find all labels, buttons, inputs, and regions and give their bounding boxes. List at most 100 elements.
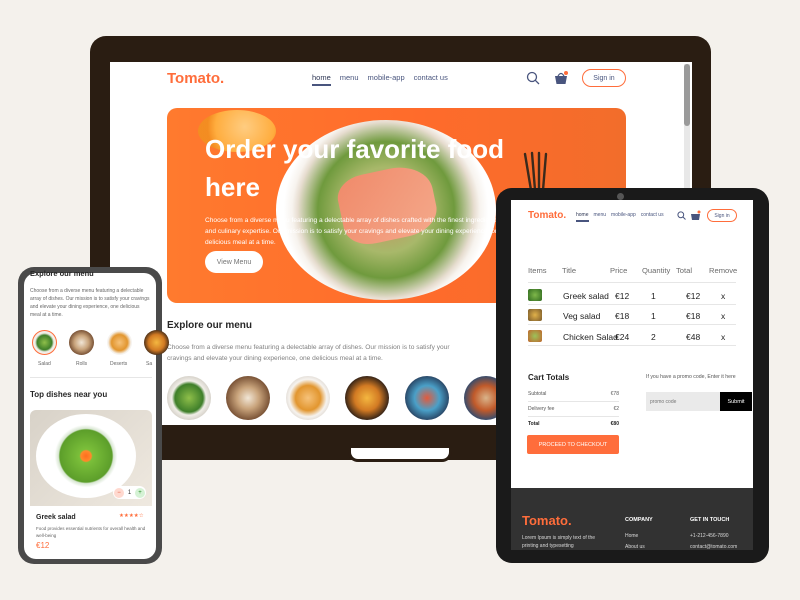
top-dishes-title: Top dishes near you (30, 390, 108, 399)
footer-phone: +1-212-456-7890 (690, 533, 729, 539)
menu-item-rolls[interactable] (226, 376, 270, 420)
menu-item-cake[interactable] (405, 376, 449, 420)
site-logo[interactable]: Tomato. (167, 70, 224, 87)
tablet-nav-home[interactable]: home (576, 212, 589, 222)
footer-contact-title: GET IN TOUCH (690, 517, 730, 523)
hero-title: Order your favorite food here (205, 134, 505, 202)
cart-item-image (528, 309, 542, 321)
menu-item-deserts[interactable] (286, 376, 330, 420)
phone-category-label: Deserts (110, 361, 128, 367)
tablet-nav-menu[interactable]: menu (594, 212, 607, 222)
tablet-nav-contact[interactable]: contact us (641, 212, 664, 222)
quantity-value: 1 (127, 489, 132, 496)
total-label: Total (528, 421, 540, 427)
cart-item-image (528, 289, 542, 301)
nav-menu[interactable]: menu (340, 73, 359, 86)
cart-item-image (528, 330, 542, 342)
dish-rating: ★★★★☆ (119, 513, 144, 519)
signin-button[interactable]: Sign in (582, 69, 626, 87)
subtotal-row: Subtotal €78 (528, 391, 619, 397)
subtotal-label: Subtotal (528, 391, 547, 397)
cart-totals-title: Cart Totals (528, 373, 570, 382)
tablet-basket-icon[interactable] (690, 210, 701, 221)
cart-item-remove[interactable]: x (721, 291, 731, 301)
cart-item-title: Greek salad (563, 291, 609, 301)
footer-email[interactable]: contact@tomato.com (690, 544, 737, 550)
subtotal-value: €78 (610, 391, 619, 397)
phone-explore-description: Choose from a diverse menu featuring a d… (30, 288, 150, 318)
tablet-logo[interactable]: Tomato. (528, 210, 566, 221)
decrement-button[interactable]: − (114, 487, 124, 498)
phone-category-deserts[interactable] (107, 330, 132, 355)
dish-price: €12 (36, 541, 50, 550)
delivery-label: Delivery fee (528, 406, 555, 412)
phone-category-sandwich[interactable] (144, 330, 169, 355)
nav-home[interactable]: home (312, 73, 331, 86)
cart-item-remove[interactable]: x (721, 332, 731, 342)
search-icon[interactable] (526, 71, 540, 85)
promo-submit-button[interactable]: Submit (720, 392, 752, 411)
main-nav: home menu mobile-app contact us (312, 73, 448, 86)
divider (528, 324, 736, 325)
increment-button[interactable]: + (135, 487, 145, 498)
cart-item-total: €48 (686, 332, 701, 342)
cart-header-quantity: Quantity (642, 266, 671, 275)
quantity-stepper: − 1 + (113, 486, 146, 499)
footer-company-title: COMPANY (625, 517, 653, 523)
menu-item-salad[interactable] (167, 376, 211, 420)
cart-header-total: Total (676, 266, 693, 275)
cart-header-remove: Remove (709, 266, 738, 275)
divider (528, 304, 736, 305)
dish-name: Greek salad (36, 514, 76, 521)
cart-item-total: €12 (686, 291, 701, 301)
cart-item-price: €24 (615, 332, 630, 342)
phone-category-salad[interactable] (32, 330, 57, 355)
delivery-row: Delivery fee €2 (528, 406, 619, 412)
divider (528, 345, 736, 346)
cart-header-price: Price (610, 266, 628, 275)
scrollbar-thumb[interactable] (684, 64, 690, 126)
cart-header: Items Title Price Quantity Total Remove (528, 266, 743, 275)
phone-category-label: Salad (38, 361, 51, 367)
cart-item-remove[interactable]: x (721, 311, 731, 321)
total-row: Total €80 (528, 421, 619, 427)
promo-text: If you have a promo code, Enter it here (646, 374, 736, 380)
tablet-search-icon[interactable] (677, 211, 686, 220)
cart-item-price: €12 (615, 291, 630, 301)
phone-explore-title: Explore our menu (30, 269, 94, 278)
checkout-button[interactable]: PROCEED TO CHECKOUT (527, 435, 619, 454)
basket-icon[interactable] (553, 70, 569, 86)
phone-category-label: Sa (146, 361, 153, 367)
menu-item-sandwich[interactable] (345, 376, 389, 420)
nav-mobile-app[interactable]: mobile-app (368, 73, 405, 86)
cart-item-qty: 2 (651, 332, 656, 342)
explore-description: Choose from a diverse menu featuring a d… (167, 344, 450, 362)
footer-logo[interactable]: Tomato. (522, 513, 572, 528)
total-value: €80 (610, 421, 619, 427)
cart-item-price: €18 (615, 311, 630, 321)
hero-description: Choose from a diverse menu featuring a d… (205, 217, 503, 246)
cart-item-title: Chicken Salad (563, 332, 618, 342)
footer-link-about[interactable]: About us (625, 544, 645, 550)
footer-blurb: Lorem Ipsum is simply text of the printi… (522, 535, 596, 549)
cart-row: Chicken Salad €24 2 €48 x (528, 330, 743, 344)
view-menu-button[interactable]: View Menu (205, 251, 263, 273)
explore-title: Explore our menu (167, 320, 253, 331)
footer-link-home[interactable]: Home (625, 533, 638, 539)
delivery-value: €2 (613, 406, 619, 412)
nav-contact[interactable]: contact us (414, 73, 448, 86)
divider (30, 377, 152, 378)
cart-row: Greek salad €12 1 €12 x (528, 289, 743, 303)
tablet-nav-mobile-app[interactable]: mobile-app (611, 212, 636, 222)
promo-input[interactable] (646, 392, 720, 411)
phone-category-rolls[interactable] (69, 330, 94, 355)
divider (528, 416, 619, 417)
tablet-signin-button[interactable]: Sign in (707, 209, 737, 222)
cart-item-qty: 1 (651, 311, 656, 321)
phone-category-label: Rolls (76, 361, 88, 367)
dish-description: Food provides essential nutrients for ov… (36, 526, 146, 538)
laptop-notch (348, 448, 452, 462)
divider (528, 282, 736, 283)
divider (528, 401, 619, 402)
cart-row: Veg salad €18 1 €18 x (528, 309, 743, 323)
